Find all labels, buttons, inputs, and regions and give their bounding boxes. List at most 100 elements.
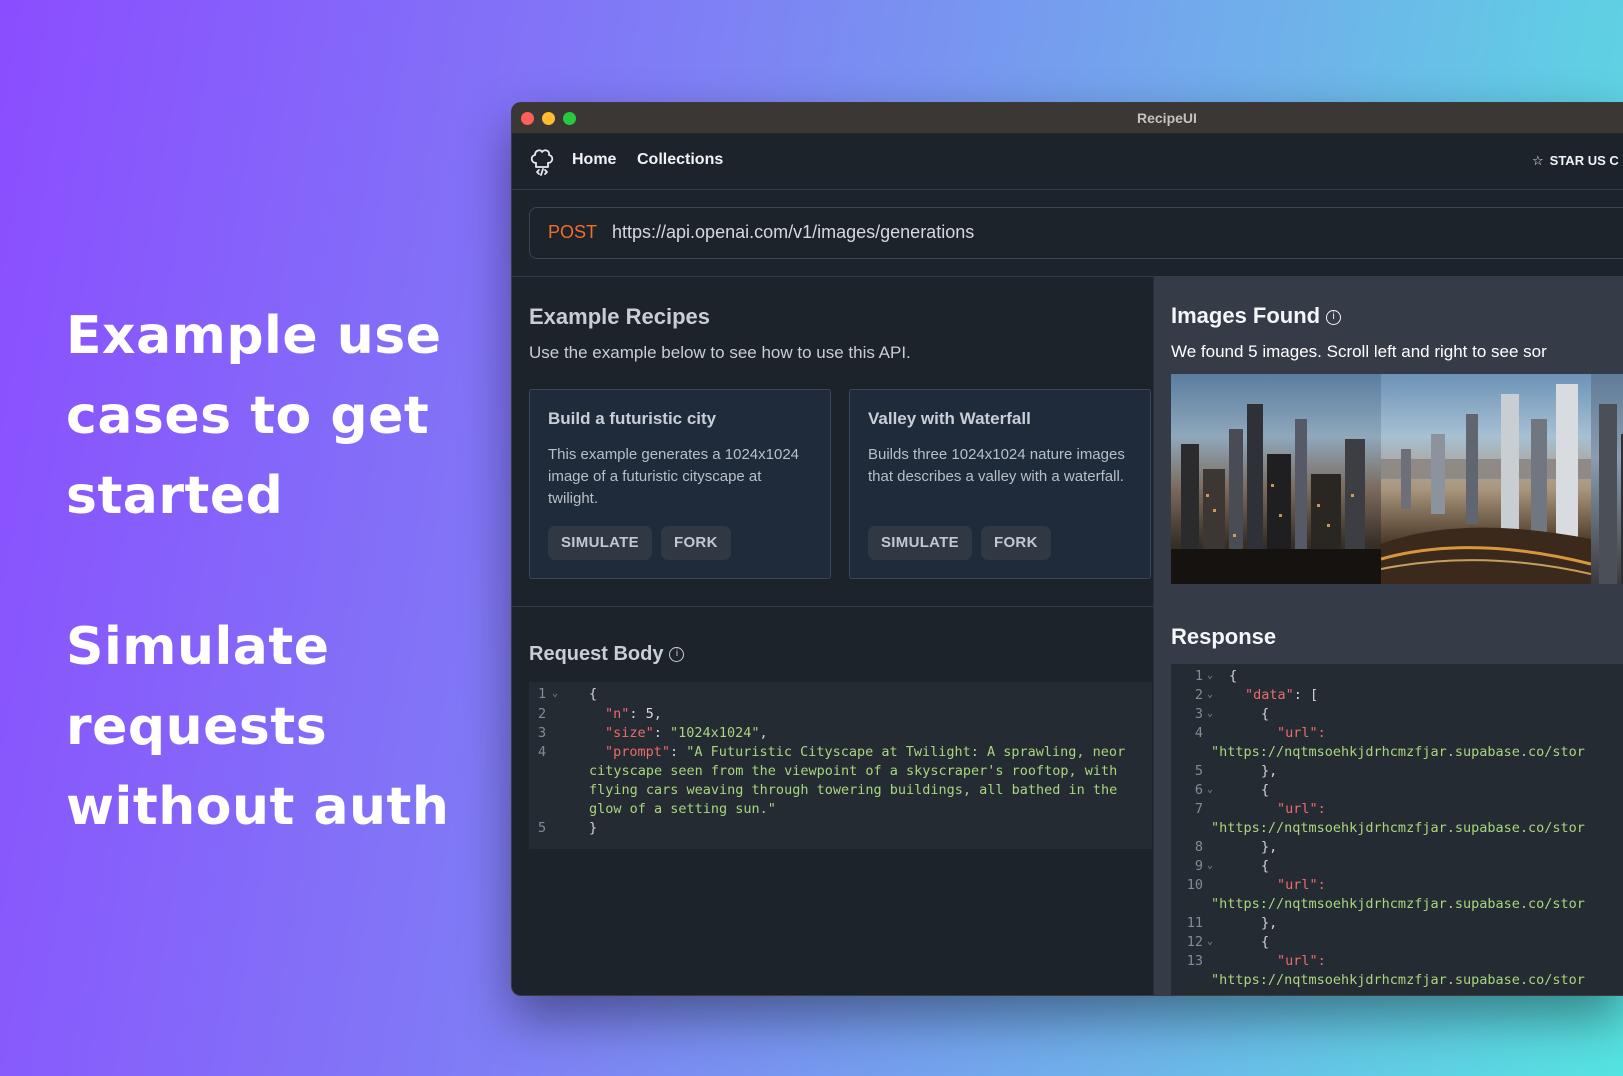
generated-image[interactable] xyxy=(1381,374,1591,584)
request-url-bar[interactable]: POST https://api.openai.com/v1/images/ge… xyxy=(529,207,1623,259)
left-pane: Example Recipes Use the example below to… xyxy=(512,276,1153,995)
json-key: "n" xyxy=(605,706,630,722)
top-nav: Home Collections ☆ STAR US C xyxy=(512,134,1623,190)
code-text: flying cars weaving through towering bui… xyxy=(589,780,1117,800)
nav-home-link[interactable]: Home xyxy=(572,151,616,169)
star-us-button[interactable]: ☆ STAR US C xyxy=(1532,153,1619,169)
request-body-editor[interactable]: 1 ⌄ { 2 "n": 5, 3 "size": "1024x1024", 4… xyxy=(529,682,1152,849)
json-brace: }, xyxy=(1261,763,1278,779)
json-brace: }, xyxy=(1261,915,1278,931)
simulate-button[interactable]: SIMULATE xyxy=(548,526,652,560)
window-titlebar: RecipeUI xyxy=(512,103,1623,134)
generated-image[interactable] xyxy=(1591,374,1623,584)
line-number: 1 xyxy=(1194,668,1203,684)
json-key: "url": xyxy=(1277,801,1326,817)
code-line: 3 ⌄ { xyxy=(1171,704,1623,724)
code-text: } xyxy=(589,818,597,838)
line-number: 8 xyxy=(1194,839,1203,855)
example-recipes-heading: Example Recipes xyxy=(529,304,710,329)
image-carousel[interactable] xyxy=(1171,374,1623,584)
code-text: }, xyxy=(1261,761,1277,781)
line-number: 5 xyxy=(1194,763,1203,779)
code-line: glow of a setting sun." xyxy=(529,799,1152,819)
recipe-card[interactable]: Valley with Waterfall Builds three 1024x… xyxy=(849,389,1151,579)
json-string: flying cars weaving through towering bui… xyxy=(589,782,1118,798)
fold-chevron-icon[interactable]: ⌄ xyxy=(552,684,558,704)
code-line: 6 ⌄ { xyxy=(1171,780,1623,800)
fold-chevron-icon[interactable]: ⌄ xyxy=(1207,704,1213,724)
line-number: 5 xyxy=(538,820,547,836)
http-method-label[interactable]: POST xyxy=(548,222,597,243)
nav-collections-link[interactable]: Collections xyxy=(637,151,723,169)
json-brace: { xyxy=(1261,782,1270,798)
promo-line: cases to get xyxy=(66,386,430,446)
maximize-window-button[interactable] xyxy=(563,112,576,125)
code-line: 10 "url": xyxy=(1171,875,1623,895)
response-viewer[interactable]: 1 ⌄ { 2 ⌄ "data": [ 3 ⌄ { 4 "url": "http… xyxy=(1171,664,1623,995)
request-url-input[interactable]: https://api.openai.com/v1/images/generat… xyxy=(612,222,974,243)
promo-text-simulate-requests: Simulate requests without auth xyxy=(66,607,449,847)
window-title: RecipeUI xyxy=(1137,110,1197,126)
images-found-heading: Images Found i xyxy=(1171,303,1342,329)
json-brace: } xyxy=(589,820,598,836)
code-line: 4 "prompt": "A Futuristic Cityscape at T… xyxy=(529,742,1152,762)
code-line: 2 ⌄ "data": [ xyxy=(1171,685,1623,705)
fork-button[interactable]: FORK xyxy=(661,526,731,560)
code-text: "url": xyxy=(1277,875,1326,895)
code-line: 1 ⌄ { xyxy=(1171,666,1623,686)
code-line: "https://nqtmsoehkjdrhcmzfjar.supabase.c… xyxy=(1171,818,1623,838)
json-number: 5 xyxy=(645,706,654,722)
code-text: { xyxy=(1261,704,1269,724)
promo-text-example-use-cases: Example use cases to get started xyxy=(66,296,442,536)
code-text: "https://nqtmsoehkjdrhcmzfjar.supabase.c… xyxy=(1211,818,1585,838)
fold-chevron-icon[interactable]: ⌄ xyxy=(1207,666,1213,686)
recipe-card-title: Build a futuristic city xyxy=(548,409,717,428)
fold-chevron-icon[interactable]: ⌄ xyxy=(1207,780,1213,800)
json-key: "size" xyxy=(605,725,654,741)
line-number: 2 xyxy=(538,706,547,722)
code-line: cityscape seen from the viewpoint of a s… xyxy=(529,761,1152,781)
code-text: "url": xyxy=(1277,951,1326,971)
section-divider xyxy=(512,606,1153,607)
line-number: 9 xyxy=(1194,858,1203,874)
simulate-button[interactable]: SIMULATE xyxy=(868,526,972,560)
json-string: "https://nqtmsoehkjdrhcmzfjar.supabase.c… xyxy=(1211,820,1585,836)
json-brace: { xyxy=(589,686,598,702)
fold-chevron-icon[interactable]: ⌄ xyxy=(1207,685,1213,705)
fork-button[interactable]: FORK xyxy=(981,526,1051,560)
code-text: { xyxy=(1261,856,1269,876)
code-text: "size": "1024x1024", xyxy=(605,725,768,741)
code-text: "url": xyxy=(1277,799,1326,819)
promo-line: requests xyxy=(66,697,328,757)
code-text: }, xyxy=(1261,913,1277,933)
close-window-button[interactable] xyxy=(521,112,534,125)
code-text: { xyxy=(1229,666,1237,686)
fold-chevron-icon[interactable]: ⌄ xyxy=(1207,932,1213,952)
json-string: cityscape seen from the viewpoint of a s… xyxy=(589,763,1118,779)
generated-image[interactable] xyxy=(1171,374,1381,584)
json-key: "url": xyxy=(1277,953,1326,969)
app-window: RecipeUI Home Collections ☆ STAR US C POS… xyxy=(511,102,1623,996)
json-key: "data" xyxy=(1245,687,1294,703)
line-number: 2 xyxy=(1194,687,1203,703)
promo-line: Simulate xyxy=(66,617,330,677)
code-text: "n": 5, xyxy=(605,706,662,722)
line-number: 11 xyxy=(1186,915,1203,931)
code-text: "https://nqtmsoehkjdrhcmzfjar.supabase.c… xyxy=(1211,742,1585,762)
json-key: "url": xyxy=(1277,725,1326,741)
chef-hat-icon[interactable] xyxy=(529,148,555,176)
json-brace: { xyxy=(1261,934,1270,950)
recipe-card-description: This example generates a 1024x1024 image… xyxy=(548,446,800,507)
fold-chevron-icon[interactable]: ⌄ xyxy=(1207,856,1213,876)
recipe-card[interactable]: Build a futuristic city This example gen… xyxy=(529,389,831,579)
line-number: 10 xyxy=(1186,877,1203,893)
json-bracket: [ xyxy=(1310,687,1319,703)
code-line: 3 "size": "1024x1024", xyxy=(529,723,1152,743)
info-icon[interactable]: i xyxy=(669,647,685,663)
code-line: "https://nqtmsoehkjdrhcmzfjar.supabase.c… xyxy=(1171,742,1623,762)
code-text: { xyxy=(1261,932,1269,952)
minimize-window-button[interactable] xyxy=(542,112,555,125)
code-line: 13 "url": xyxy=(1171,951,1623,971)
info-icon[interactable]: i xyxy=(1326,309,1342,325)
code-text: { xyxy=(1261,780,1269,800)
